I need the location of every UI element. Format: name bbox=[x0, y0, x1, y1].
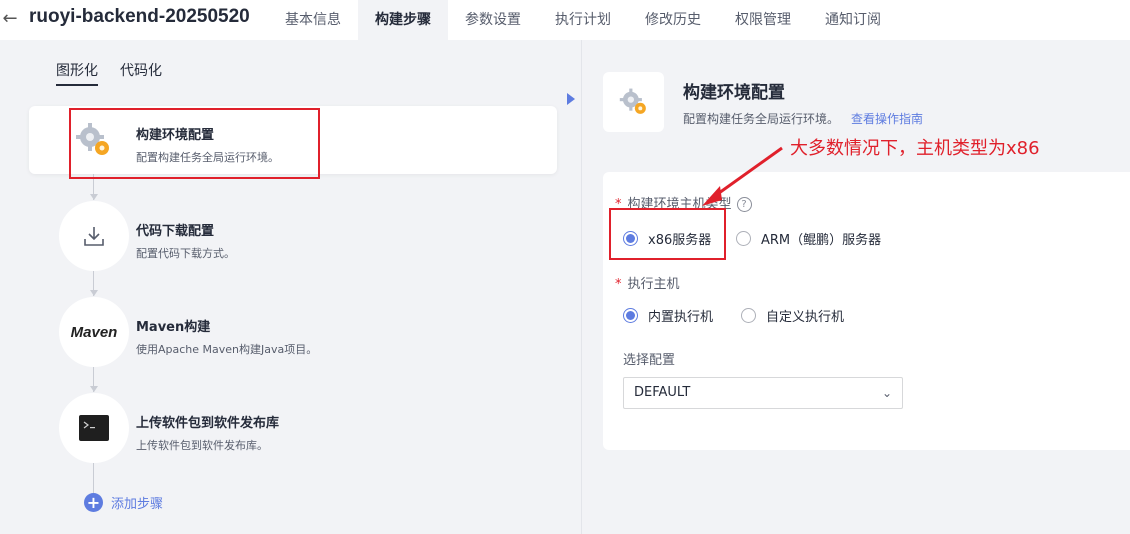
plus-circle-icon: + bbox=[84, 493, 103, 512]
step-connector bbox=[93, 463, 94, 493]
back-arrow-icon[interactable]: ← bbox=[0, 8, 20, 30]
tab-schedule[interactable]: 执行计划 bbox=[538, 0, 628, 40]
step-code-download[interactable]: 代码下载配置 配置代码下载方式。 bbox=[59, 201, 559, 271]
step-desc: 使用Apache Maven构建Java项目。 bbox=[136, 343, 318, 356]
download-icon bbox=[59, 201, 129, 271]
step-name: Maven构建 bbox=[136, 320, 211, 335]
config-select[interactable]: DEFAULT ⌄ bbox=[623, 377, 903, 409]
page-title: ruoyi-backend-20250520 bbox=[29, 6, 250, 27]
chevron-down-icon: ⌄ bbox=[881, 386, 892, 400]
connector-arrow-icon bbox=[90, 386, 98, 392]
tab-notifications[interactable]: 通知订阅 bbox=[808, 0, 898, 40]
highlight-box bbox=[69, 108, 320, 179]
view-mode-tabs: 图形化 代码化 bbox=[56, 60, 162, 86]
gear-icon bbox=[603, 72, 664, 132]
selected-step-pointer-icon bbox=[567, 93, 575, 105]
tab-history[interactable]: 修改历史 bbox=[628, 0, 718, 40]
tab-parameters[interactable]: 参数设置 bbox=[448, 0, 538, 40]
step-desc: 上传软件包到软件发布库。 bbox=[136, 439, 268, 452]
panel-desc-text: 配置构建任务全局运行环境。 bbox=[683, 112, 840, 126]
subtab-code[interactable]: 代码化 bbox=[120, 60, 162, 86]
maven-logo-icon: Maven bbox=[59, 297, 129, 367]
tab-basic-info[interactable]: 基本信息 bbox=[268, 0, 358, 40]
connector-arrow-icon bbox=[90, 290, 98, 296]
step-upload-package[interactable]: 上传软件包到软件发布库 上传软件包到软件发布库。 bbox=[59, 393, 559, 463]
radio-indicator bbox=[623, 308, 638, 323]
config-select-label: 选择配置 bbox=[623, 353, 676, 368]
radio-indicator bbox=[736, 231, 751, 246]
step-name: 上传软件包到软件发布库 bbox=[136, 416, 280, 431]
required-asterisk: * bbox=[615, 277, 622, 292]
add-step-button[interactable]: + 添加步骤 bbox=[84, 493, 163, 512]
config-panel: 构建环境配置 配置构建任务全局运行环境。 查看操作指南 * 构建环境主机类型? x8… bbox=[581, 40, 1130, 534]
subtab-graphical[interactable]: 图形化 bbox=[56, 60, 98, 86]
radio-custom-executor[interactable]: 自定义执行机 bbox=[741, 306, 844, 325]
guide-link[interactable]: 查看操作指南 bbox=[851, 112, 923, 126]
terminal-icon bbox=[59, 393, 129, 463]
radio-arm[interactable]: ARM（鲲鹏）服务器 bbox=[736, 229, 881, 248]
step-maven-build[interactable]: Maven Maven构建 使用Apache Maven构建Java项目。 bbox=[59, 297, 559, 367]
radio-builtin-executor[interactable]: 内置执行机 bbox=[623, 306, 713, 325]
annotation-text: 大多数情况下，主机类型为x86 bbox=[790, 138, 1040, 159]
connector-arrow-icon bbox=[90, 194, 98, 200]
tab-bar: 基本信息 构建步骤 参数设置 执行计划 修改历史 权限管理 通知订阅 bbox=[268, 0, 898, 40]
top-bar: ← ruoyi-backend-20250520 基本信息 构建步骤 参数设置 … bbox=[0, 0, 1130, 40]
executor-label: * 执行主机 bbox=[615, 277, 680, 292]
panel-title: 构建环境配置 bbox=[683, 83, 785, 103]
step-name: 代码下载配置 bbox=[136, 224, 215, 239]
step-desc: 配置代码下载方式。 bbox=[136, 247, 235, 260]
panel-description: 配置构建任务全局运行环境。 查看操作指南 bbox=[683, 110, 923, 127]
add-step-label: 添加步骤 bbox=[111, 497, 164, 512]
annotation-arrow-icon bbox=[702, 146, 783, 206]
tab-build-steps[interactable]: 构建步骤 bbox=[358, 0, 448, 40]
radio-indicator bbox=[741, 308, 756, 323]
tab-permissions[interactable]: 权限管理 bbox=[718, 0, 808, 40]
